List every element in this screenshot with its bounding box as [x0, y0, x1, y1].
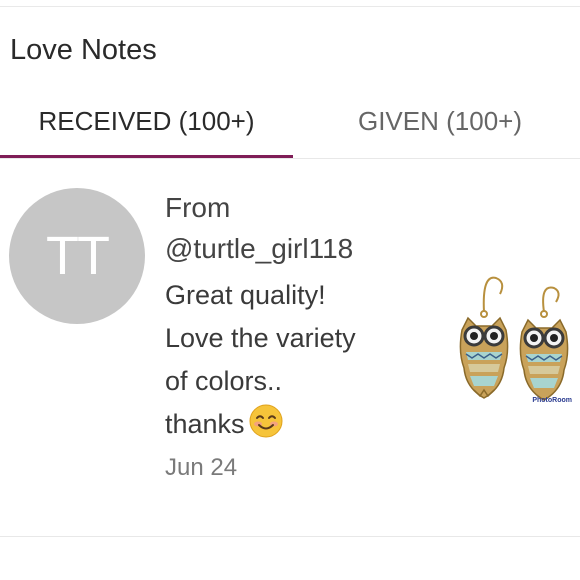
tab-given[interactable]: GIVEN (100+): [300, 92, 580, 158]
sender-username-link[interactable]: @turtle_girl118: [165, 228, 425, 270]
message-line: of colors..: [165, 366, 283, 396]
owl-earrings-image: [459, 276, 569, 401]
smiling-face-icon: [249, 404, 283, 438]
top-divider: [0, 6, 580, 7]
message-line: Love the variety: [165, 323, 356, 353]
avatar[interactable]: TT: [9, 188, 145, 324]
note-body: From @turtle_girl118 Great quality! Love…: [165, 188, 425, 486]
tab-received[interactable]: RECEIVED (100+): [0, 92, 293, 158]
love-note-item: TT From @turtle_girl118 Great quality! L…: [0, 160, 580, 537]
message-line-text: thanks: [165, 409, 245, 439]
next-item-peek: [30, 574, 250, 580]
message-line: Great quality!: [165, 280, 326, 310]
love-notes-screen: Love Notes RECEIVED (100+) GIVEN (100+) …: [0, 0, 580, 580]
from-label: From: [165, 192, 231, 223]
photo-watermark: PhotoRoom: [532, 397, 572, 404]
tab-bar: RECEIVED (100+) GIVEN (100+): [0, 92, 580, 159]
note-message: Great quality! Love the variety of color…: [165, 274, 425, 446]
page-title: Love Notes: [10, 34, 157, 66]
message-line-last: thanks: [165, 403, 425, 446]
product-thumbnail[interactable]: PhotoRoom: [444, 272, 574, 408]
avatar-initials: TT: [46, 226, 110, 286]
note-date: Jun 24: [165, 454, 238, 481]
